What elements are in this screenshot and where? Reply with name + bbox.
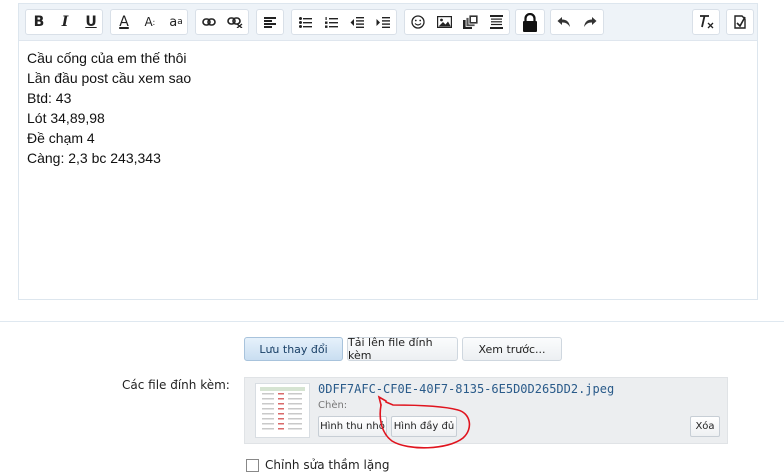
redo-icon <box>584 17 597 27</box>
lock-icon <box>523 12 537 32</box>
content-line: Lót 34,89,98 <box>27 110 105 126</box>
preview-button[interactable]: Xem trước... <box>462 337 562 361</box>
bold-button[interactable]: B <box>26 10 52 34</box>
unlink-button[interactable] <box>222 10 248 34</box>
align-group <box>256 9 284 35</box>
media-icon <box>462 15 478 29</box>
toggle-bbcode-icon <box>734 15 746 29</box>
silent-edit-option[interactable]: Chỉnh sửa thầm lặng <box>246 458 389 472</box>
outdent-icon <box>350 16 364 28</box>
align-button[interactable] <box>257 10 283 34</box>
save-button[interactable]: Lưu thay đổi <box>244 337 343 361</box>
font-group: A Aː aa <box>110 9 188 35</box>
divider <box>0 321 784 322</box>
history-group <box>550 9 604 35</box>
insert-group <box>404 9 510 35</box>
insert-label: Chèn: <box>318 400 348 411</box>
image-button[interactable] <box>431 10 457 34</box>
message-editor: B I U A Aː aa Cầu cống của em thế thôi L… <box>18 3 758 300</box>
numbered-list-icon <box>324 16 338 28</box>
content-line: Lần đầu post cầu xem sao <box>27 70 192 86</box>
attachment-filename-link[interactable]: 0DFF7AFC-CF0E-40F7-8135-6E5D0D265DD2.jpe… <box>318 382 614 396</box>
font-size-button[interactable]: Aː <box>137 10 163 34</box>
insert-thumbnail-button[interactable]: Hình thu nhỏ <box>318 416 387 437</box>
image-icon <box>436 16 452 28</box>
editor-toolbar: B I U A Aː aa <box>19 4 757 41</box>
redo-button[interactable] <box>577 10 603 34</box>
remove-format-icon <box>700 15 714 29</box>
delete-attachment-button[interactable]: Xóa <box>690 416 720 437</box>
font-family-icon: a <box>169 14 178 30</box>
code-button[interactable] <box>483 10 509 34</box>
attachment-thumbnail[interactable] <box>255 383 310 438</box>
bold-icon: B <box>33 14 45 30</box>
lock-group <box>515 9 545 35</box>
align-icon <box>264 16 276 28</box>
indent-icon <box>376 16 390 28</box>
undo-button[interactable] <box>551 10 577 34</box>
attachments-label: Các file đính kèm: <box>122 378 230 392</box>
bullet-list-icon <box>298 16 312 28</box>
lock-button[interactable] <box>517 10 543 34</box>
indent-button[interactable] <box>370 10 396 34</box>
smilie-icon <box>411 15 425 29</box>
italic-icon: I <box>61 14 69 30</box>
unlink-icon <box>227 17 243 28</box>
underline-button[interactable]: U <box>78 10 104 34</box>
content-line: Càng: 2,3 bc 243,343 <box>27 150 161 166</box>
link-group <box>195 9 249 35</box>
numbered-list-button[interactable] <box>318 10 344 34</box>
list-group <box>291 9 397 35</box>
remove-format-group <box>692 9 720 35</box>
content-line: Cầu cống của em thế thôi <box>27 50 187 66</box>
text-color-icon: A <box>119 14 129 30</box>
underline-icon: U <box>85 14 97 30</box>
italic-button[interactable]: I <box>52 10 78 34</box>
upload-attachment-button[interactable]: Tải lên file đính kèm <box>347 336 458 362</box>
toggle-bbcode-group <box>726 9 754 35</box>
silent-edit-checkbox[interactable] <box>246 458 259 472</box>
font-size-icon: A <box>144 15 153 29</box>
bullet-list-button[interactable] <box>292 10 318 34</box>
image-icon <box>256 384 309 437</box>
link-icon <box>202 18 216 26</box>
insert-full-image-button[interactable]: Hình đầy đủ <box>391 416 457 437</box>
text-color-button[interactable]: A <box>111 10 137 34</box>
link-button[interactable] <box>196 10 222 34</box>
editor-content[interactable]: Cầu cống của em thế thôi Lần đầu post cầ… <box>27 48 747 168</box>
font-family-button[interactable]: aa <box>163 10 189 34</box>
format-group: B I U <box>25 9 103 35</box>
toggle-bbcode-button[interactable] <box>727 10 753 34</box>
remove-format-button[interactable] <box>693 10 719 34</box>
undo-icon <box>557 17 570 27</box>
smilie-button[interactable] <box>405 10 431 34</box>
media-button[interactable] <box>457 10 483 34</box>
silent-edit-label: Chỉnh sửa thầm lặng <box>265 458 390 472</box>
outdent-button[interactable] <box>344 10 370 34</box>
content-line: Btd: 43 <box>27 90 72 106</box>
content-line: Đề chạm 4 <box>27 130 95 146</box>
code-icon <box>489 15 503 29</box>
attachment-item: 0DFF7AFC-CF0E-40F7-8135-6E5D0D265DD2.jpe… <box>244 377 728 444</box>
